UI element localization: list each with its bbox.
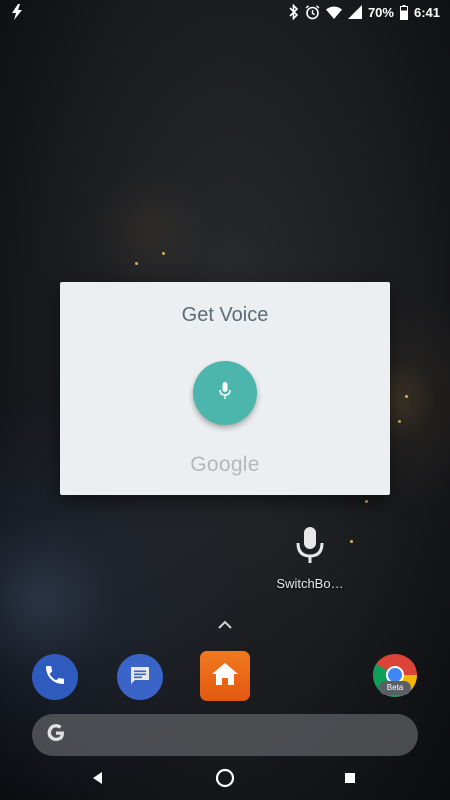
switchbo-shortcut[interactable]: SwitchBo…	[268, 525, 352, 591]
google-search-bar[interactable]	[32, 714, 418, 756]
app-drawer-chevron-icon[interactable]	[214, 618, 236, 637]
home-icon[interactable]	[213, 766, 237, 790]
city-light	[162, 252, 165, 255]
city-light	[398, 420, 401, 423]
clock: 6:41	[413, 4, 440, 20]
home-icon	[211, 661, 239, 692]
status-bar: 70% 6:41	[0, 0, 450, 24]
microphone-icon	[268, 525, 352, 570]
messages-app[interactable]	[117, 654, 163, 700]
cell-signal-icon	[347, 5, 362, 19]
messages-icon	[128, 663, 152, 692]
flash-icon	[10, 4, 24, 20]
home-app[interactable]	[200, 651, 250, 701]
recents-icon[interactable]	[338, 766, 362, 790]
mic-button[interactable]	[193, 361, 257, 425]
phone-app[interactable]	[32, 654, 78, 700]
battery-percent: 70%	[367, 4, 394, 20]
google-g-icon	[44, 721, 68, 750]
back-icon[interactable]	[86, 766, 110, 790]
google-logo: Google	[190, 453, 260, 476]
get-voice-dialog: Get Voice Google	[60, 282, 390, 495]
battery-icon	[399, 4, 408, 20]
city-light	[365, 500, 368, 503]
city-light	[135, 262, 138, 265]
shortcut-label: SwitchBo…	[276, 576, 344, 591]
phone-icon	[43, 663, 67, 692]
beta-badge: Beta	[379, 681, 411, 695]
dialog-title: Get Voice	[181, 304, 269, 326]
bluetooth-icon	[289, 4, 299, 20]
wifi-icon	[325, 6, 342, 19]
alarm-icon	[305, 4, 320, 20]
city-light	[405, 395, 408, 398]
microphone-icon	[218, 381, 232, 406]
nav-bar	[0, 756, 450, 800]
